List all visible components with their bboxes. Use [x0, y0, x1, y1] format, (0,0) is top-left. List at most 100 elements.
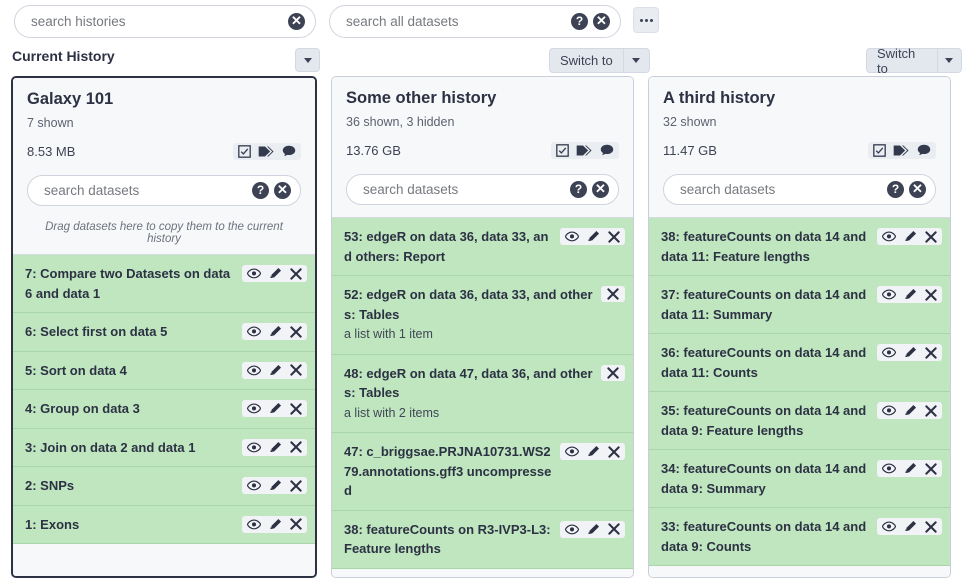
- dataset-item[interactable]: 37: featureCounts on data 14 and data 11…: [649, 276, 950, 334]
- dataset-item[interactable]: 7: Compare two Datasets on data 6 and da…: [13, 255, 315, 313]
- dataset-item[interactable]: 53: edgeR on data 36, data 33, and other…: [332, 218, 633, 276]
- dataset-item[interactable]: 36: featureCounts on data 14 and data 11…: [649, 334, 950, 392]
- pencil-icon[interactable]: [904, 462, 917, 475]
- dataset-search-input[interactable]: search datasets? ✕: [27, 175, 301, 206]
- eye-icon[interactable]: [882, 405, 896, 416]
- dataset-item[interactable]: 47: c_briggsae.PRJNA10731.WS279.annotati…: [332, 433, 633, 511]
- dataset-item[interactable]: 34: featureCounts on data 14 and data 9:…: [649, 450, 950, 508]
- dataset-item[interactable]: 6: Select first on data 5: [13, 313, 315, 352]
- eye-icon[interactable]: [565, 523, 579, 535]
- dataset-search-help-icon[interactable]: ?: [570, 181, 587, 198]
- delete-icon[interactable]: [607, 288, 619, 300]
- dataset-item[interactable]: 2: SNPs: [13, 467, 315, 506]
- dataset-item[interactable]: 5: Sort on data 4: [13, 351, 315, 390]
- dataset-search-input[interactable]: search datasets? ✕: [663, 174, 936, 205]
- pencil-icon[interactable]: [904, 520, 917, 533]
- pencil-icon[interactable]: [904, 346, 917, 359]
- delete-icon[interactable]: [290, 479, 302, 492]
- pencil-icon[interactable]: [269, 479, 282, 492]
- dataset-search-help-icon[interactable]: ?: [252, 182, 269, 199]
- delete-icon[interactable]: [925, 462, 937, 475]
- comment-icon[interactable]: [600, 144, 614, 157]
- delete-icon[interactable]: [925, 346, 937, 359]
- pencil-icon[interactable]: [587, 523, 600, 536]
- pencil-icon[interactable]: [904, 230, 917, 243]
- dataset-item[interactable]: 33: featureCounts on data 14 and data 9:…: [649, 508, 950, 566]
- switch-to-dropdown-button[interactable]: [936, 48, 962, 73]
- delete-icon[interactable]: [925, 230, 937, 243]
- search-histories-input[interactable]: search histories ✕: [14, 5, 316, 38]
- pencil-icon[interactable]: [269, 518, 282, 531]
- delete-icon[interactable]: [290, 364, 302, 376]
- dataset-item[interactable]: 48: edgeR on data 47, data 36, and other…: [332, 354, 633, 433]
- eye-icon[interactable]: [882, 231, 896, 242]
- dataset-item[interactable]: 35: featureCounts on data 14 and data 9:…: [649, 392, 950, 450]
- pencil-icon[interactable]: [269, 267, 282, 280]
- eye-icon[interactable]: [247, 364, 261, 376]
- history-title[interactable]: Galaxy 101: [27, 90, 301, 109]
- delete-icon[interactable]: [608, 445, 620, 458]
- eye-icon[interactable]: [882, 347, 896, 358]
- pencil-icon[interactable]: [904, 288, 917, 301]
- eye-icon[interactable]: [247, 326, 261, 337]
- dataset-search-help-icon[interactable]: ?: [887, 181, 904, 198]
- delete-icon[interactable]: [925, 404, 937, 417]
- delete-icon[interactable]: [925, 288, 937, 301]
- eye-icon[interactable]: [882, 289, 896, 300]
- history-title[interactable]: A third history: [663, 89, 936, 108]
- search-histories-clear-icon[interactable]: ✕: [288, 13, 305, 30]
- delete-icon[interactable]: [925, 520, 937, 533]
- eye-icon[interactable]: [247, 518, 261, 530]
- current-history-dropdown-button[interactable]: [295, 48, 320, 72]
- dataset-item[interactable]: 38: featureCounts on R3-IVP3-L3: Feature…: [332, 510, 633, 569]
- dataset-search-input[interactable]: search datasets? ✕: [346, 174, 619, 205]
- pencil-icon[interactable]: [269, 364, 282, 377]
- eye-icon[interactable]: [247, 403, 261, 414]
- dataset-item[interactable]: 1: Exons: [13, 505, 315, 544]
- dataset-search-clear-icon[interactable]: ✕: [909, 181, 926, 198]
- eye-icon[interactable]: [565, 446, 579, 457]
- eye-icon[interactable]: [882, 521, 896, 532]
- pencil-icon[interactable]: [269, 441, 282, 454]
- switch-to-button[interactable]: Switch to: [866, 46, 937, 76]
- switch-to-dropdown-button[interactable]: [622, 48, 650, 73]
- dataset-item[interactable]: 4: Group on data 3: [13, 390, 315, 429]
- dataset-search-clear-icon[interactable]: ✕: [592, 181, 609, 198]
- delete-icon[interactable]: [290, 402, 302, 415]
- search-all-datasets-clear-icon[interactable]: ✕: [593, 13, 610, 30]
- tags-icon[interactable]: [258, 145, 275, 158]
- eye-icon[interactable]: [882, 463, 896, 474]
- delete-icon[interactable]: [290, 518, 302, 530]
- checkbox-icon[interactable]: [873, 143, 886, 157]
- delete-icon[interactable]: [608, 523, 620, 535]
- checkbox-icon[interactable]: [238, 144, 251, 158]
- delete-icon[interactable]: [608, 230, 620, 243]
- delete-icon[interactable]: [290, 325, 302, 338]
- dataset-item[interactable]: 3: Join on data 2 and data 1: [13, 428, 315, 467]
- eye-icon[interactable]: [565, 231, 579, 242]
- search-all-datasets-input[interactable]: search all datasets ? ✕: [329, 5, 621, 38]
- ellipsis-icon[interactable]: [633, 7, 659, 33]
- tags-icon[interactable]: [576, 144, 593, 157]
- pencil-icon[interactable]: [269, 402, 282, 415]
- dataset-search-clear-icon[interactable]: ✕: [274, 182, 291, 199]
- eye-icon[interactable]: [247, 441, 261, 453]
- delete-icon[interactable]: [290, 267, 302, 280]
- checkbox-icon[interactable]: [556, 143, 569, 157]
- dataset-item[interactable]: 52: edgeR on data 36, data 33, and other…: [332, 276, 633, 355]
- switch-to-button[interactable]: Switch to: [549, 48, 623, 73]
- dataset-item[interactable]: 38: featureCounts on data 14 and data 11…: [649, 218, 950, 276]
- eye-icon[interactable]: [247, 268, 261, 279]
- history-column-2[interactable]: Some other history 36 shown, 3 hidden 13.7…: [331, 76, 634, 578]
- comment-icon[interactable]: [917, 144, 931, 157]
- history-column-1[interactable]: Galaxy 101 7 shown 8.53 MB search datasets?…: [11, 76, 317, 578]
- eye-icon[interactable]: [247, 480, 261, 491]
- history-column-3[interactable]: A third history 32 shown 11.47 GB search da…: [648, 76, 951, 578]
- pencil-icon[interactable]: [587, 230, 600, 243]
- tags-icon[interactable]: [893, 144, 910, 157]
- pencil-icon[interactable]: [269, 325, 282, 338]
- comment-icon[interactable]: [282, 145, 296, 158]
- pencil-icon[interactable]: [904, 404, 917, 417]
- history-title[interactable]: Some other history: [346, 89, 619, 108]
- delete-icon[interactable]: [607, 366, 619, 379]
